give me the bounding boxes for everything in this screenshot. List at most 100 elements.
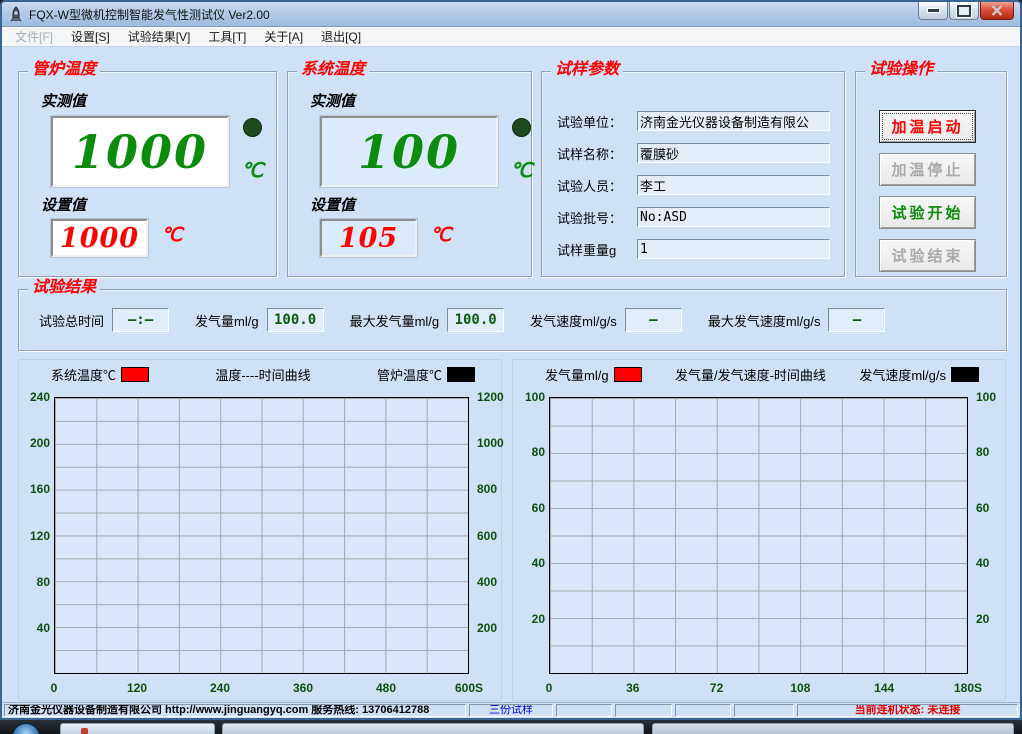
menu-item-tools[interactable]: 工具[T] [199,27,255,46]
axis-tick-label: 100 [525,391,545,403]
sample-row-weight: 试样重量g [557,238,830,260]
total-time-label: 试验总时间 [39,311,104,330]
system-set-unit: ℃ [430,224,451,247]
batch-number-label: 试验批号： [557,208,637,227]
gas-volume-label: 发气量ml/g [195,311,259,330]
close-button[interactable] [980,2,1014,20]
furnace-measured-display: 1000 [51,116,229,187]
temp-chart-legend-right-swatch [447,367,475,382]
total-time-value: —:— [112,308,169,332]
axis-tick-label: 200 [477,622,497,634]
furnace-set-display: 1000 [51,219,148,257]
menu-item-file[interactable]: 文件[F] [6,27,62,46]
application-window: FQX-W型微机控制智能发气性测试仪 Ver2.00 文件[F] 设置[S] 试… [0,0,1022,734]
window-controls [917,2,1020,26]
start-button-icon[interactable] [12,723,40,734]
heating-stop-button[interactable]: 加温停止 [879,153,976,186]
gas-chart-y-axis-right: 10080604020 [974,397,1004,674]
client-area: 管炉温度 实测值 1000 ℃ 设置值 1000 ℃ 系统温度 实测值 100 [2,47,1020,705]
taskbar-item-3[interactable] [652,723,1014,734]
taskbar-app-icon [81,728,88,734]
furnace-led-indicator [243,118,262,137]
gas-chart-legend-left-label: 发气量ml/g [545,365,609,384]
minimize-icon [927,8,940,13]
axis-tick-label: 100 [976,391,996,403]
menu-item-test-results[interactable]: 试验结果[V] [119,27,200,46]
gas-volume-value: 100.0 [267,308,324,332]
windows-taskbar [0,720,1022,734]
test-end-button[interactable]: 试验结束 [879,239,976,272]
axis-tick-label: 1200 [477,391,504,403]
temperature-time-chart: 系统温度℃ 温度----时间曲线 管炉温度℃ 2402001601208040 … [18,359,502,701]
results-group-title: 试验结果 [28,279,100,297]
results-row: 试验总时间 —:— 发气量ml/g 100.0 最大发气量ml/g 100.0 … [39,308,996,332]
temp-chart-legend-left-swatch [121,367,149,382]
axis-tick-label: 120 [30,530,50,542]
test-start-button[interactable]: 试验开始 [879,196,976,229]
menu-bar: 文件[F] 设置[S] 试验结果[V] 工具[T] 关于[A] 退出[Q] [2,27,1020,47]
axis-tick-label: 0 [546,681,553,695]
furnace-set-label: 设置值 [41,194,86,215]
status-company-text: 济南金光仪器设备制造有限公司 http://www.jinguangyq.com… [8,705,429,716]
axis-tick-label: 80 [976,446,989,458]
sample-name-label: 试样名称： [557,144,637,163]
system-measured-label: 实测值 [310,90,355,111]
axis-tick-label: 60 [532,502,545,514]
test-unit-input[interactable] [637,111,830,131]
menu-item-about[interactable]: 关于[A] [255,27,312,46]
status-bar: 济南金光仪器设备制造有限公司 http://www.jinguangyq.com… [2,702,1020,718]
axis-tick-label: 120 [127,681,147,695]
axis-tick-label: 80 [37,576,50,588]
furnace-set-value: 1000 [60,223,139,254]
axis-tick-label: 1000 [477,437,504,449]
axis-tick-label: 360 [293,681,313,695]
temp-chart-legend-right-label: 管炉温度℃ [377,365,442,384]
sample-group-title: 试样参数 [551,61,623,79]
max-gas-volume-value: 100.0 [447,308,504,332]
sample-row-name: 试样名称： [557,142,830,164]
sample-row-batch: 试验批号： [557,206,830,228]
heating-start-button[interactable]: 加温启动 [879,110,976,143]
axis-tick-label: 480 [376,681,396,695]
system-set-display: 105 [320,219,417,257]
axis-tick-label: 20 [976,613,989,625]
gas-chart-legend-left-swatch [614,367,642,382]
operation-group-title: 试验操作 [865,61,937,79]
temp-chart-header: 系统温度℃ 温度----时间曲线 管炉温度℃ [51,365,475,384]
status-sample-count-text: 三份试样 [489,705,533,716]
system-measured-display: 100 [320,116,498,187]
taskbar-item-1[interactable] [60,723,215,734]
menu-item-exit[interactable]: 退出[Q] [312,27,370,46]
max-gas-rate-value: — [828,308,885,332]
axis-tick-label: 240 [210,681,230,695]
status-empty-1 [556,704,612,717]
furnace-set-unit: ℃ [161,224,182,247]
axis-tick-label: 600 [477,530,497,542]
taskbar-item-2[interactable] [222,723,644,734]
temp-chart-y-axis-left: 2402001601208040 [19,397,50,674]
axis-tick-label: 80 [532,446,545,458]
furnace-temp-group: 管炉温度 实测值 1000 ℃ 设置值 1000 ℃ [18,71,277,277]
operator-input[interactable] [637,175,830,195]
gas-chart-plot-area [549,397,968,674]
axis-tick-label: 40 [532,557,545,569]
system-group-title: 系统温度 [297,61,369,79]
batch-number-input[interactable] [637,207,830,227]
status-connection-text: 当前连机状态: 未连接 [855,705,961,716]
minimize-button[interactable] [918,2,948,20]
axis-tick-label: 60 [976,502,989,514]
axis-tick-label: 600S [455,681,483,695]
status-sample-count: 三份试样 [469,704,553,717]
menu-item-settings[interactable]: 设置[S] [62,27,119,46]
max-gas-rate-label: 最大发气速度ml/g/s [708,311,821,330]
temp-chart-y-axis-right: 12001000800600400200 [475,397,509,674]
maximize-button[interactable] [949,2,979,20]
sample-name-input[interactable] [637,143,830,163]
sample-weight-input[interactable] [637,239,830,259]
axis-tick-label: 72 [710,681,723,695]
temp-chart-plot-area [54,397,469,674]
title-bar[interactable]: FQX-W型微机控制智能发气性测试仪 Ver2.00 [2,2,1020,27]
axis-tick-label: 400 [477,576,497,588]
furnace-measured-unit: ℃ [241,158,263,183]
axis-tick-label: 36 [626,681,639,695]
